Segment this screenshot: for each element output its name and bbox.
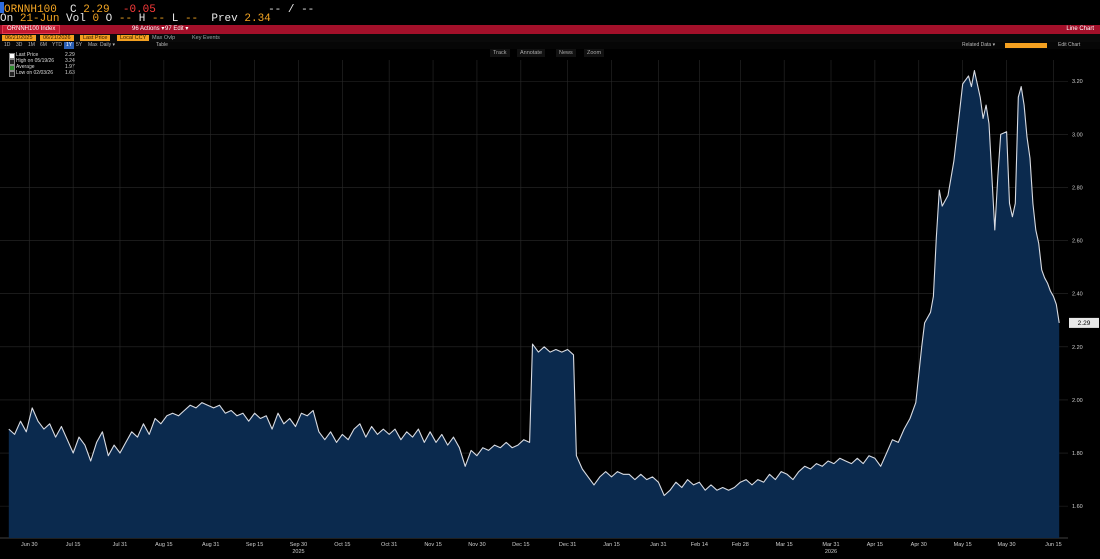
y-tick-label: 3.00 xyxy=(1072,132,1083,138)
x-tick-label: Aug 15 xyxy=(155,542,172,548)
x-tick-label: Jan 15 xyxy=(603,542,620,548)
last-value-label: 2.29 xyxy=(1078,320,1091,327)
series-area xyxy=(8,70,1060,538)
y-tick-label: 2.00 xyxy=(1072,398,1083,404)
y-tick-label: 1.60 xyxy=(1072,504,1083,510)
x-tick-label: Oct 15 xyxy=(334,542,350,548)
x-tick-label: Apr 30 xyxy=(911,542,927,548)
x-tick-label: Jul 31 xyxy=(113,542,128,548)
x-tick-label: Apr 15 xyxy=(867,542,883,548)
x-tick-label: May 30 xyxy=(998,542,1016,548)
y-tick-label: 2.80 xyxy=(1072,185,1083,191)
year-label: 2026 xyxy=(825,549,837,555)
x-tick-label: Nov 30 xyxy=(468,542,485,548)
x-tick-label: Feb 14 xyxy=(691,542,708,548)
x-tick-label: Aug 31 xyxy=(202,542,219,548)
x-tick-label: Dec 31 xyxy=(559,542,576,548)
x-tick-label: Jun 15 xyxy=(1045,542,1062,548)
x-tick-label: Jan 31 xyxy=(650,542,667,548)
x-tick-label: May 15 xyxy=(954,542,972,548)
x-tick-label: Oct 31 xyxy=(381,542,397,548)
x-tick-label: Feb 28 xyxy=(732,542,749,548)
y-tick-label: 2.40 xyxy=(1072,292,1083,298)
x-tick-label: Jun 30 xyxy=(21,542,38,548)
x-tick-label: Jul 15 xyxy=(66,542,81,548)
price-chart[interactable]: 1.60 1.80 2.00 2.20 2.40 2.60 2.80 3.00 3.20 Jun … xyxy=(0,0,1100,559)
y-tick-label: 3.20 xyxy=(1072,79,1083,85)
x-tick-label: Sep 15 xyxy=(246,542,263,548)
y-tick-label: 1.80 xyxy=(1072,451,1083,457)
x-tick-label: Mar 15 xyxy=(776,542,793,548)
year-label: 2025 xyxy=(292,549,304,555)
x-tick-label: Mar 31 xyxy=(822,542,839,548)
x-tick-label: Dec 15 xyxy=(512,542,529,548)
x-tick-label: Sep 30 xyxy=(290,542,307,548)
y-tick-label: 2.20 xyxy=(1072,345,1083,351)
x-tick-label: Nov 15 xyxy=(424,542,441,548)
y-tick-label: 2.60 xyxy=(1072,239,1083,245)
